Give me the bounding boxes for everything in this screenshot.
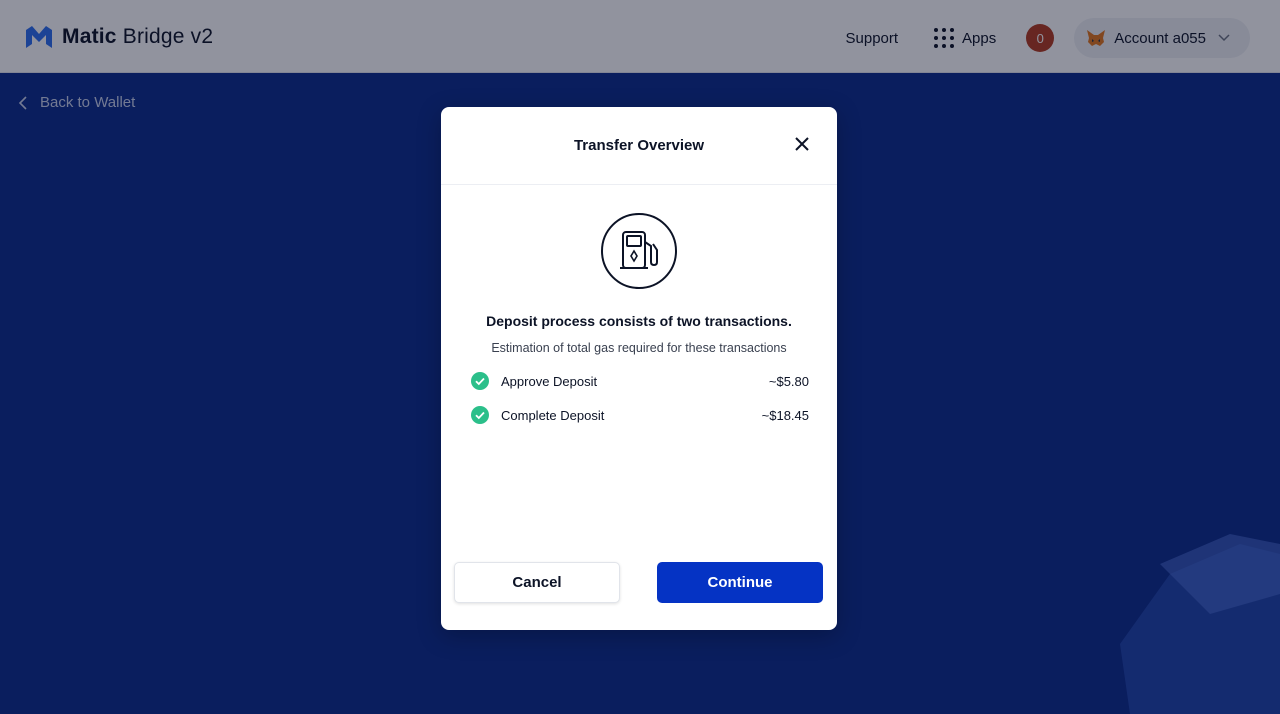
transaction-label: Complete Deposit (501, 407, 605, 423)
check-circle-icon (471, 372, 489, 390)
transaction-label: Approve Deposit (501, 373, 598, 389)
modal-subline: Estimation of total gas required for the… (491, 341, 787, 355)
transaction-cost: ~$18.45 (761, 407, 809, 423)
transaction-cost: ~$5.80 (768, 373, 809, 389)
gas-pump-icon (620, 231, 658, 269)
gas-illustration (601, 213, 677, 289)
cancel-button[interactable]: Cancel (454, 562, 620, 603)
transaction-row: Approve Deposit ~$5.80 (471, 371, 809, 391)
transfer-overview-modal: Transfer Overview Deposit process consis… (441, 107, 837, 630)
close-icon[interactable] (793, 135, 811, 153)
check-circle-icon (471, 406, 489, 424)
modal-title: Transfer Overview (573, 137, 705, 154)
modal-headline: Deposit process consists of two transact… (486, 313, 792, 329)
continue-button[interactable]: Continue (657, 562, 823, 603)
transaction-row: Complete Deposit ~$18.45 (471, 405, 809, 425)
modal-header: Transfer Overview (441, 107, 837, 185)
